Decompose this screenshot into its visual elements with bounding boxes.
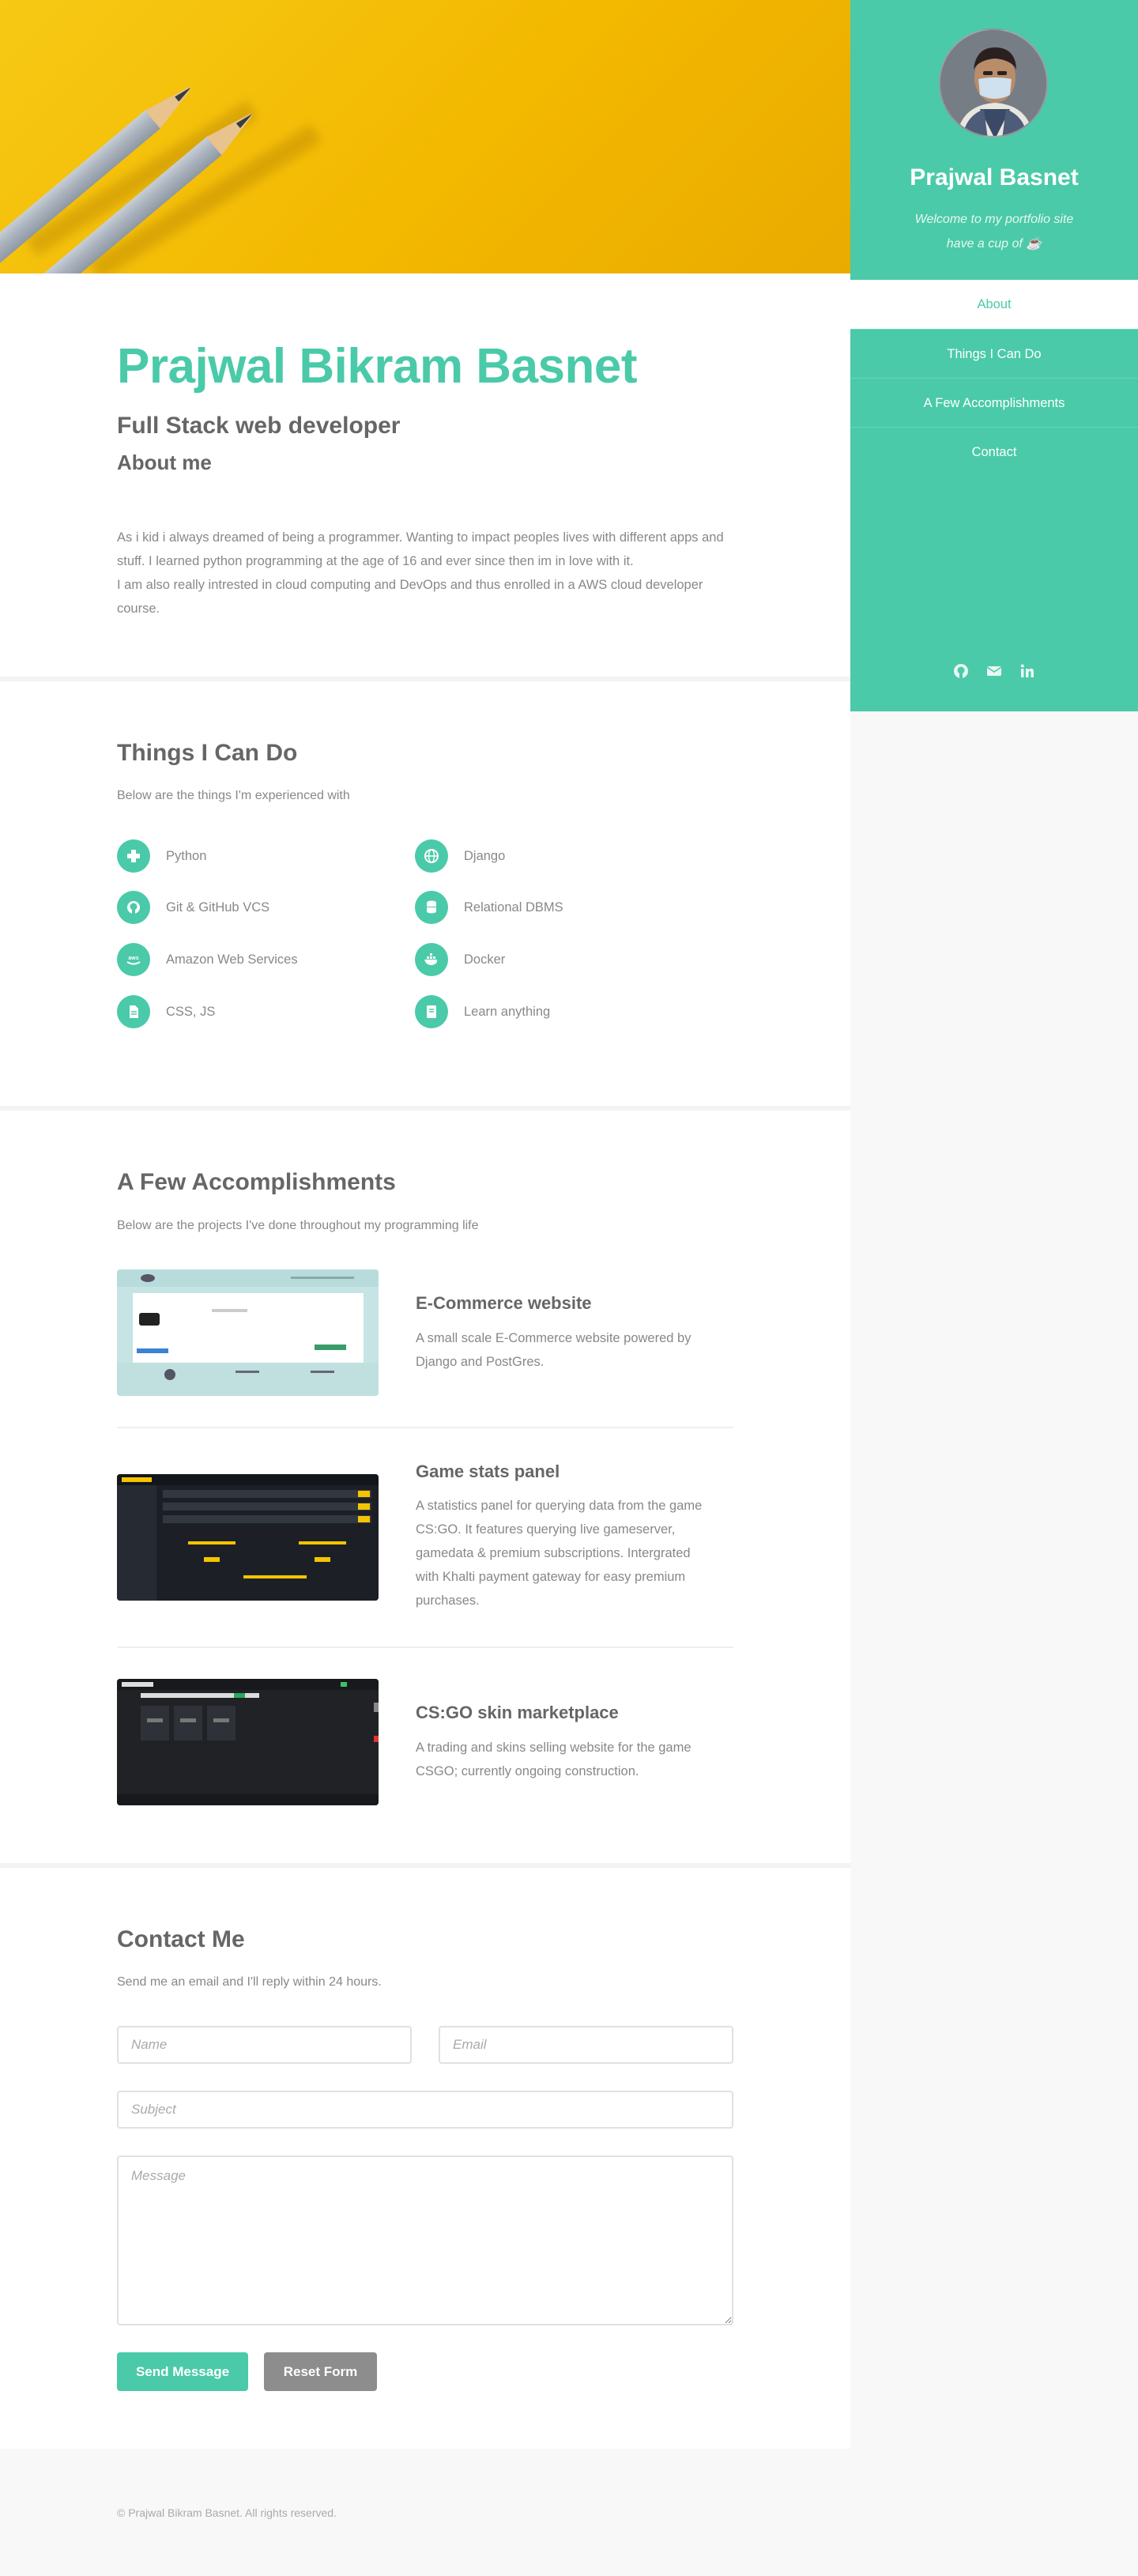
projects-heading: A Few Accomplishments	[117, 1169, 396, 1195]
project-divider	[117, 1427, 733, 1428]
project-screenshot[interactable]	[117, 1679, 379, 1805]
email-field[interactable]	[439, 2026, 733, 2064]
project-title: E-Commerce website	[416, 1293, 592, 1313]
aws-icon: aws	[117, 943, 150, 976]
section-divider	[0, 1106, 850, 1111]
section-divider	[0, 677, 850, 681]
skill-item: CSS, JS	[117, 995, 215, 1028]
skill-item: aws Amazon Web Services	[117, 943, 298, 976]
main-content: Prajwal Bikram Basnet Full Stack web dev…	[0, 0, 850, 2576]
skills-heading: Things I Can Do	[117, 740, 298, 766]
avatar	[939, 28, 1048, 138]
section-divider	[0, 1863, 850, 1868]
nav-item-accomplishments[interactable]: A Few Accomplishments	[850, 378, 1138, 427]
skill-item: Python	[117, 839, 206, 873]
project-title: CS:GO skin marketplace	[416, 1703, 619, 1722]
nav-item-about[interactable]: About	[850, 280, 1138, 329]
sidebar-name: Prajwal Basnet	[910, 164, 1079, 190]
medkit-icon	[117, 839, 150, 873]
envelope-icon[interactable]	[985, 662, 1003, 680]
skill-item: Git & GitHub VCS	[117, 891, 269, 924]
project-card: Game stats panel A statistics panel for …	[117, 1450, 733, 1628]
project-description: A statistics panel for querying data fro…	[416, 1499, 703, 1608]
nav-item-skills[interactable]: Things I Can Do	[850, 329, 1138, 378]
reset-form-button[interactable]: Reset Form	[264, 2352, 377, 2391]
sidebar-tagline: Welcome to my portfolio site have a cup …	[914, 213, 1074, 251]
project-description: A trading and skins selling website for …	[416, 1741, 691, 1778]
page-title: Prajwal Bikram Basnet	[117, 339, 638, 394]
skills-lead: Below are the things I'm experienced wit…	[117, 789, 350, 802]
about-text: As i kid i always dreamed of being a pro…	[117, 530, 724, 616]
about-heading: About me	[117, 451, 212, 474]
nav-item-contact[interactable]: Contact	[850, 427, 1138, 476]
name-field[interactable]	[117, 2026, 412, 2064]
sidebar-nav: About Things I Can Do A Few Accomplishme…	[850, 280, 1138, 476]
skill-item: Learn anything	[415, 995, 550, 1028]
svg-text:aws: aws	[128, 956, 138, 961]
banner-image	[0, 0, 850, 273]
contact-heading: Contact Me	[117, 1926, 245, 1952]
skill-item: Django	[415, 839, 505, 873]
project-card: CS:GO skin marketplace A trading and ski…	[117, 1679, 733, 1805]
message-field[interactable]	[117, 2155, 733, 2325]
send-message-button[interactable]: Send Message	[117, 2352, 248, 2391]
github-icon[interactable]	[952, 662, 970, 680]
linkedin-icon[interactable]	[1019, 662, 1036, 680]
project-card: E-Commerce website A small scale E-Comme…	[117, 1269, 733, 1396]
sidebar: Prajwal Basnet Welcome to my portfolio s…	[850, 0, 1138, 711]
globe-icon	[415, 839, 448, 873]
docker-icon	[415, 943, 448, 976]
social-links	[850, 662, 1138, 680]
contact-lead: Send me an email and I'll reply within 2…	[117, 1975, 382, 1989]
project-description: A small scale E-Commerce website powered…	[416, 1331, 691, 1369]
book-icon	[415, 995, 448, 1028]
project-screenshot[interactable]	[117, 1269, 379, 1396]
copyright-text: © Prajwal Bikram Basnet. All rights rese…	[117, 2506, 337, 2519]
projects-lead: Below are the projects I've done through…	[117, 1219, 479, 1232]
project-divider	[117, 1646, 733, 1648]
subject-field[interactable]	[117, 2091, 733, 2129]
project-screenshot[interactable]	[117, 1474, 379, 1601]
database-icon	[415, 891, 448, 924]
footer: © Prajwal Bikram Basnet. All rights rese…	[0, 2449, 850, 2576]
project-title: Game stats panel	[416, 1461, 560, 1481]
file-icon	[117, 995, 150, 1028]
skill-item: Docker	[415, 943, 505, 976]
github-icon	[117, 891, 150, 924]
job-title: Full Stack web developer	[117, 413, 401, 439]
skill-item: Relational DBMS	[415, 891, 563, 924]
